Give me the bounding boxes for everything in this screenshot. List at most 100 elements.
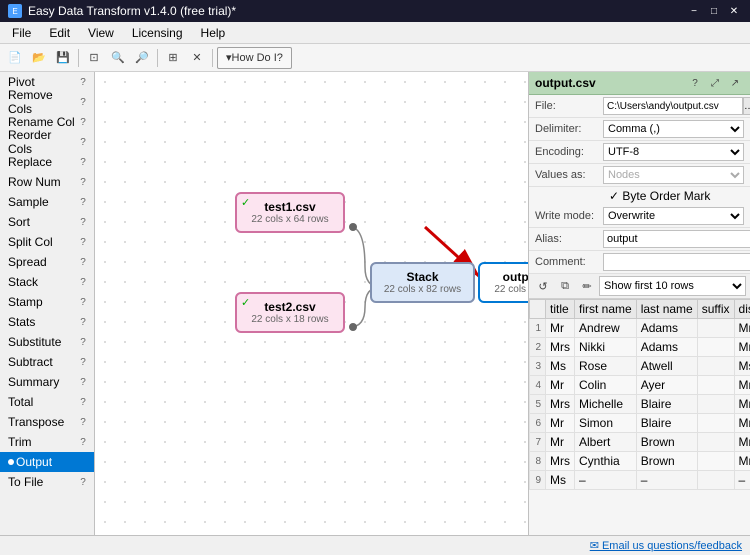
menu-help[interactable]: Help <box>193 24 234 42</box>
menu-file[interactable]: File <box>4 24 39 42</box>
node-output-subtitle: 22 cols x 82 rows <box>490 284 528 295</box>
sidebar-item-sort[interactable]: Sort ? <box>0 212 94 232</box>
zoom-fit-button[interactable]: ⊡ <box>83 47 105 69</box>
table-cell: Rose <box>575 357 637 376</box>
sidebar-item-stack[interactable]: Stack ? <box>0 272 94 292</box>
node-test1-title: test1.csv <box>247 200 333 214</box>
node-output[interactable]: output.csv 22 cols x 82 rows <box>478 262 528 303</box>
minimize-button[interactable]: − <box>686 4 702 18</box>
rp-file-browse-button[interactable]: … <box>743 97 750 115</box>
node-test2[interactable]: ✓ test2.csv 22 cols x 18 rows <box>235 292 345 333</box>
sidebar-item-trim[interactable]: Trim ? <box>0 432 94 452</box>
rp-comment-input[interactable] <box>603 253 750 271</box>
sidebar-help-icon: ? <box>76 397 90 408</box>
table-cell: Colin <box>575 376 637 395</box>
sidebar-item-sample[interactable]: Sample ? <box>0 192 94 212</box>
save-button[interactable]: 💾 <box>52 47 74 69</box>
window-controls: − □ ✕ <box>686 4 742 18</box>
toolbar: 📄 📂 💾 ⊡ 🔍 🔎 ⊞ ✕ ▾How Do I? <box>0 44 750 72</box>
rp-alias-row: Alias: <box>529 228 750 251</box>
table-cell: Ms Rose <box>734 357 750 376</box>
rp-show-rows-select[interactable]: Show first 10 rows <box>599 276 746 296</box>
table-cell <box>697 471 734 490</box>
menu-view[interactable]: View <box>80 24 122 42</box>
sidebar-item-split-col[interactable]: Split Col ? <box>0 232 94 252</box>
menu-licensing[interactable]: Licensing <box>124 24 191 42</box>
rp-expand-button[interactable]: ⤢ <box>706 75 724 91</box>
table-cell: Cynthia <box>575 452 637 471</box>
table-cell: Mr <box>546 319 575 338</box>
zoom-out-button[interactable]: 🔎 <box>131 47 153 69</box>
col-header-firstname: first name <box>575 300 637 319</box>
rp-file-input[interactable] <box>603 97 743 115</box>
sidebar-item-to-file[interactable]: To File ? <box>0 472 94 492</box>
table-cell <box>697 414 734 433</box>
sidebar-help-icon: ? <box>76 157 90 168</box>
sidebar-item-spread[interactable]: Spread ? <box>0 252 94 272</box>
menu-edit[interactable]: Edit <box>41 24 78 42</box>
rp-delimiter-row: Delimiter: Comma (,) <box>529 118 750 141</box>
table-cell: Albert <box>575 433 637 452</box>
canvas-area[interactable]: ✓ test1.csv 22 cols x 64 rows ✓ test2.cs… <box>95 72 528 535</box>
rp-edit-button[interactable]: ✏ <box>577 276 597 296</box>
sidebar-item-remove-cols[interactable]: Remove Cols ? <box>0 92 94 112</box>
open-button[interactable]: 📂 <box>28 47 50 69</box>
rp-encoding-select[interactable]: UTF-8 <box>603 143 744 161</box>
table-cell: – <box>575 471 637 490</box>
maximize-button[interactable]: □ <box>706 4 722 18</box>
table-cell <box>697 395 734 414</box>
how-do-i-button[interactable]: ▾How Do I? <box>217 47 292 69</box>
rp-help-button[interactable]: ? <box>686 75 704 91</box>
sidebar-item-transpose[interactable]: Transpose ? <box>0 412 94 432</box>
table-cell <box>697 357 734 376</box>
sidebar-item-subtract[interactable]: Subtract ? <box>0 352 94 372</box>
rp-detach-button[interactable]: ↗ <box>726 75 744 91</box>
table-cell <box>697 452 734 471</box>
sidebar-help-icon: ? <box>76 237 90 248</box>
grid-button[interactable]: ⊞ <box>162 47 184 69</box>
sidebar-item-summary[interactable]: Summary ? <box>0 372 94 392</box>
zoom-in-button[interactable]: 🔍 <box>107 47 129 69</box>
cell-rownum: 6 <box>530 414 546 433</box>
close-button[interactable]: ✕ <box>726 4 742 18</box>
sidebar-item-replace[interactable]: Replace ? <box>0 152 94 172</box>
node-stack-title: Stack <box>382 270 463 284</box>
rp-values-select[interactable]: Nodes <box>603 166 744 184</box>
rp-copy-button[interactable]: ⧉ <box>555 276 575 296</box>
sidebar-item-row-num[interactable]: Row Num ? <box>0 172 94 192</box>
rp-alias-input[interactable] <box>603 230 750 248</box>
sidebar-item-substitute[interactable]: Substitute ? <box>0 332 94 352</box>
sidebar-item-total[interactable]: Total ? <box>0 392 94 412</box>
table-cell: Mr Alber <box>734 433 750 452</box>
sidebar-item-stamp[interactable]: Stamp ? <box>0 292 94 312</box>
rp-refresh-button[interactable]: ↺ <box>533 276 553 296</box>
sidebar-help-icon: ? <box>76 297 90 308</box>
rp-write-mode-label: Write mode: <box>535 210 603 222</box>
sidebar-help-icon: ? <box>76 417 90 428</box>
sidebar-item-stats[interactable]: Stats ? <box>0 312 94 332</box>
sidebar-help-icon: ? <box>76 217 90 228</box>
rp-delimiter-select[interactable]: Comma (,) <box>603 120 744 138</box>
rp-file-row: File: … <box>529 95 750 118</box>
email-feedback-link[interactable]: ✉ Email us questions/feedback <box>590 539 742 552</box>
rp-header-title: output.csv <box>535 76 686 90</box>
rp-comment-row: Comment: … <box>529 251 750 274</box>
cell-rownum: 1 <box>530 319 546 338</box>
rp-delimiter-label: Delimiter: <box>535 123 603 135</box>
new-button[interactable]: 📄 <box>4 47 26 69</box>
table-cell <box>697 319 734 338</box>
sidebar-item-reorder-cols[interactable]: Reorder Cols ? <box>0 132 94 152</box>
close-item-button[interactable]: ✕ <box>186 47 208 69</box>
table-cell: Atwell <box>636 357 697 376</box>
table-cell: – <box>734 471 750 490</box>
node-test2-subtitle: 22 cols x 18 rows <box>247 314 333 325</box>
node-stack[interactable]: Stack 22 cols x 82 rows <box>370 262 475 303</box>
table-cell: Mr Simon <box>734 414 750 433</box>
table-row: 7MrAlbertBrownMr Alber <box>530 433 750 452</box>
table-cell: Brown <box>636 433 697 452</box>
sidebar: Pivot ? Remove Cols ? Rename Col ? Reord… <box>0 72 95 535</box>
sidebar-item-output[interactable]: Output <box>0 452 94 472</box>
node-test1-subtitle: 22 cols x 64 rows <box>247 214 333 225</box>
rp-write-mode-select[interactable]: Overwrite <box>603 207 744 225</box>
node-test1[interactable]: ✓ test1.csv 22 cols x 64 rows <box>235 192 345 233</box>
